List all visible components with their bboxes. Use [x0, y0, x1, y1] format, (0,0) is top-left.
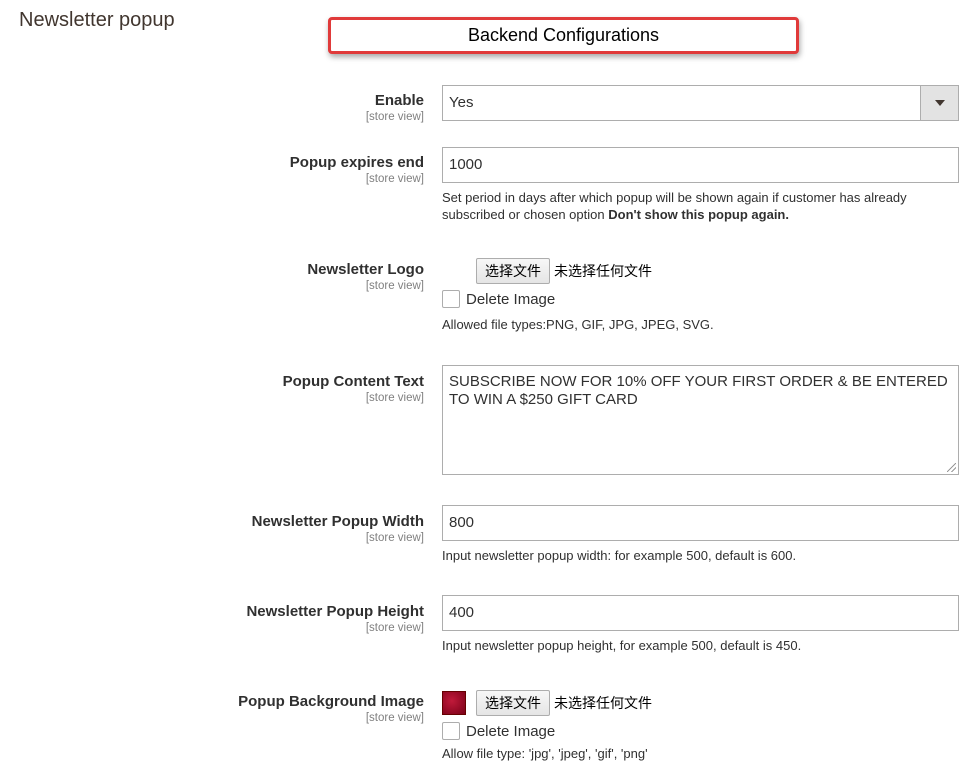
logo-delete-label[interactable]: Delete Image — [466, 291, 555, 308]
content-label-group: Popup Content Text [store view] — [283, 373, 424, 405]
height-scope: [store view] — [365, 622, 424, 634]
background-scope: [store view] — [365, 712, 424, 724]
content-textarea-value: SUBSCRIBE NOW FOR 10% OFF YOUR FIRST ORD… — [449, 373, 948, 408]
background-delete-checkbox[interactable] — [442, 722, 460, 740]
enable-select[interactable]: Yes — [442, 85, 959, 121]
background-delete-row: Delete Image — [442, 722, 962, 740]
logo-delete-checkbox[interactable] — [442, 290, 460, 308]
section-title: Newsletter popup — [19, 9, 175, 31]
expires-input[interactable]: 1000 — [442, 147, 959, 183]
logo-choose-file-button[interactable]: 选择文件 — [476, 258, 550, 284]
background-choose-file-button[interactable]: 选择文件 — [476, 690, 550, 716]
width-label: Newsletter Popup Width — [251, 513, 424, 530]
height-label: Newsletter Popup Height — [246, 603, 424, 620]
dropdown-arrow-icon[interactable] — [920, 86, 958, 120]
expires-scope: [store view] — [365, 173, 424, 185]
width-scope: [store view] — [365, 532, 424, 544]
content-textarea[interactable]: SUBSCRIBE NOW FOR 10% OFF YOUR FIRST ORD… — [442, 365, 959, 475]
resize-grip-icon[interactable] — [947, 463, 956, 472]
width-input[interactable]: 800 — [442, 505, 959, 541]
background-label: Popup Background Image — [238, 693, 424, 710]
background-delete-label[interactable]: Delete Image — [466, 723, 555, 740]
expires-note-bold: Don't show this popup again. — [608, 207, 789, 222]
background-label-group: Popup Background Image [store view] — [238, 693, 424, 725]
logo-file-picker: 选择文件 未选择任何文件 — [476, 258, 962, 284]
width-label-group: Newsletter Popup Width [store view] — [252, 513, 424, 545]
enable-scope: [store view] — [365, 111, 424, 123]
width-note: Input newsletter popup width: for exampl… — [442, 548, 797, 563]
logo-label: Newsletter Logo — [307, 261, 424, 278]
content-scope: [store view] — [365, 392, 424, 404]
logo-file-status: 未选择任何文件 — [554, 263, 652, 279]
callout-text: Backend Configurations — [467, 25, 660, 45]
enable-select-value: Yes — [449, 94, 474, 111]
expires-label-group: Popup expires end [store view] — [290, 154, 424, 186]
expires-label: Popup expires end — [289, 154, 424, 171]
height-note: Input newsletter popup height, for examp… — [442, 638, 802, 653]
background-file-picker: 选择文件 未选择任何文件 — [442, 690, 962, 716]
backend-configurations-callout: Backend Configurations — [328, 17, 799, 54]
logo-scope: [store view] — [365, 280, 424, 292]
background-file-status: 未选择任何文件 — [554, 695, 652, 711]
background-note: Allow file type: 'jpg', 'jpeg', 'gif', '… — [442, 746, 648, 761]
config-page: Newsletter popup Backend Configurations … — [0, 0, 973, 775]
content-label: Popup Content Text — [282, 373, 424, 390]
expires-note: Set period in days after which popup wil… — [442, 189, 962, 223]
enable-label: Enable — [374, 92, 424, 109]
logo-label-group: Newsletter Logo [store view] — [307, 261, 424, 293]
logo-delete-row: Delete Image — [442, 290, 962, 308]
height-input[interactable]: 400 — [442, 595, 959, 631]
background-image-preview — [442, 691, 466, 715]
enable-label-group: Enable [store view] — [366, 92, 424, 124]
logo-note: Allowed file types:PNG, GIF, JPG, JPEG, … — [442, 317, 714, 332]
height-label-group: Newsletter Popup Height [store view] — [246, 603, 424, 635]
